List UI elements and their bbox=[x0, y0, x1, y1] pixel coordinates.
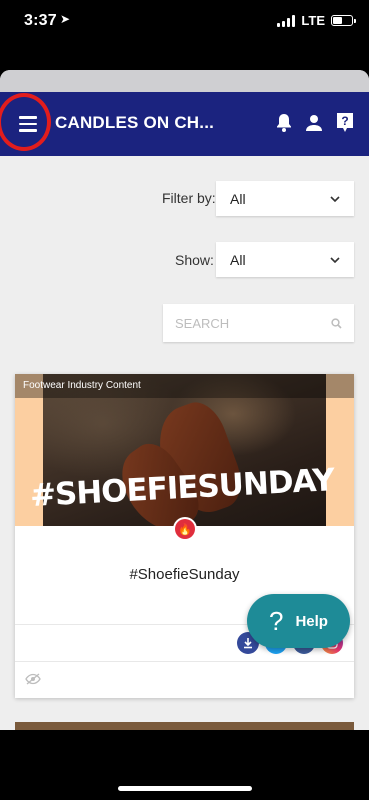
chevron-down-icon bbox=[330, 195, 340, 202]
home-indicator bbox=[118, 786, 252, 791]
fire-icon: 🔥 bbox=[175, 519, 195, 539]
location-arrow-icon: ➤ bbox=[60, 12, 71, 26]
show-value: All bbox=[230, 251, 246, 268]
bell-icon bbox=[277, 114, 291, 132]
card-divider-bottom bbox=[15, 661, 354, 662]
show-select[interactable]: All bbox=[216, 242, 354, 277]
help-question-icon: ? bbox=[337, 113, 353, 132]
user-icon bbox=[306, 115, 322, 131]
search-input[interactable]: SEARCH bbox=[163, 304, 354, 342]
question-icon: ? bbox=[269, 605, 284, 636]
notifications-button[interactable] bbox=[272, 111, 296, 135]
help-button[interactable]: ? Help bbox=[247, 594, 350, 648]
card-image[interactable]: Footwear Industry Content #SHOEFIESUNDAY bbox=[15, 374, 354, 526]
eye-off-icon bbox=[25, 673, 41, 685]
card-category: Footwear Industry Content bbox=[15, 374, 354, 398]
battery-icon bbox=[331, 15, 356, 26]
page-title: CANDLES ON CH... bbox=[55, 113, 215, 132]
next-card-preview bbox=[15, 722, 354, 730]
svg-text:?: ? bbox=[341, 114, 348, 128]
show-label: Show: bbox=[175, 252, 214, 268]
filter-by-select[interactable]: All bbox=[216, 181, 354, 216]
filter-by-label: Filter by: bbox=[162, 190, 216, 206]
search-icon bbox=[331, 317, 342, 329]
status-right: LTE bbox=[277, 13, 356, 28]
filter-by-value: All bbox=[230, 190, 246, 207]
content-card[interactable]: Footwear Industry Content #SHOEFIESUNDAY… bbox=[15, 374, 354, 698]
status-bar: 3:37 ➤ LTE bbox=[0, 0, 369, 46]
card-title: #ShoefieSunday bbox=[129, 566, 240, 583]
help-label: Help bbox=[295, 612, 328, 630]
sheet-top-bar bbox=[0, 70, 369, 92]
hide-button[interactable] bbox=[25, 672, 41, 685]
app-header: CANDLES ON CH... ? bbox=[0, 92, 369, 156]
signal-icon bbox=[277, 14, 296, 27]
search-placeholder: SEARCH bbox=[175, 315, 230, 331]
chevron-down-icon bbox=[330, 256, 340, 263]
profile-button[interactable] bbox=[302, 111, 326, 135]
status-time: 3:37 bbox=[24, 12, 57, 29]
download-icon bbox=[244, 638, 252, 649]
highlight-ring bbox=[0, 93, 51, 151]
network-type: LTE bbox=[301, 13, 325, 28]
help-center-button[interactable]: ? bbox=[333, 111, 357, 135]
